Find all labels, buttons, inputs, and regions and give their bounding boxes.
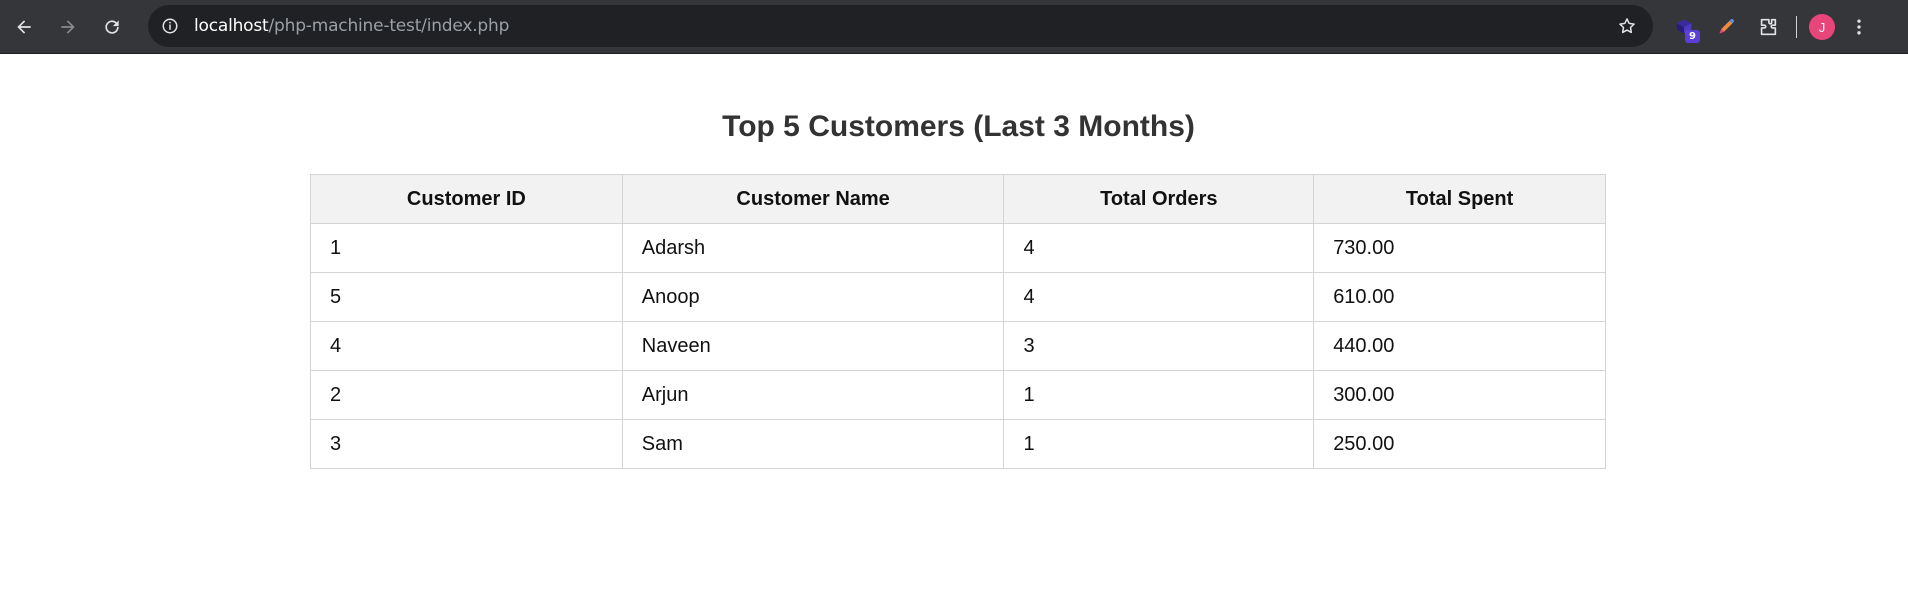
url-path: /php-machine-test/index.php [268, 16, 510, 36]
puzzle-icon [1760, 18, 1777, 36]
cell-total-spent: 610.00 [1313, 272, 1606, 322]
extensions-menu-button[interactable] [1750, 9, 1786, 45]
bookmark-star-icon [1619, 18, 1635, 34]
cell-customer-id: 5 [310, 272, 623, 322]
table-row: 4 Naveen 3 440.00 [310, 321, 1606, 371]
forward-icon [61, 19, 75, 34]
reload-icon [105, 19, 119, 34]
header-total-spent: Total Spent [1313, 174, 1606, 224]
pen-extension-button[interactable] [1708, 9, 1744, 45]
table-header-row: Customer ID Customer Name Total Orders T… [310, 174, 1606, 224]
cell-customer-name: Arjun [621, 370, 1005, 420]
cell-total-spent: 440.00 [1313, 321, 1606, 371]
site-info-button[interactable] [154, 10, 186, 42]
header-total-orders: Total Orders [1003, 174, 1315, 224]
cell-total-orders: 4 [1003, 223, 1315, 273]
extension-button[interactable]: 9 [1666, 9, 1702, 45]
header-customer-id: Customer ID [310, 174, 623, 224]
cell-customer-name: Sam [621, 419, 1005, 469]
extension-badge: 9 [1685, 30, 1700, 43]
cell-total-spent: 250.00 [1313, 419, 1606, 469]
cell-total-orders: 3 [1003, 321, 1315, 371]
cell-total-orders: 1 [1003, 419, 1315, 469]
table-row: 3 Sam 1 250.00 [310, 419, 1606, 469]
site-info-icon [162, 18, 178, 34]
cell-total-orders: 4 [1003, 272, 1315, 322]
back-button[interactable] [6, 9, 42, 45]
table-row: 5 Anoop 4 610.00 [310, 272, 1606, 322]
reload-button[interactable] [94, 9, 130, 45]
profile-avatar[interactable]: J [1809, 14, 1835, 40]
table-row: 2 Arjun 1 300.00 [310, 370, 1606, 420]
address-bar[interactable]: localhost/php-machine-test/index.php [148, 5, 1653, 47]
toolbar-separator [1796, 16, 1797, 38]
header-customer-name: Customer Name [621, 174, 1005, 224]
cell-customer-id: 1 [310, 223, 623, 273]
cell-customer-id: 2 [310, 370, 623, 420]
back-icon [17, 19, 31, 34]
kebab-menu-icon [1857, 19, 1861, 35]
bookmark-button[interactable] [1611, 10, 1643, 42]
cell-customer-name: Naveen [621, 321, 1005, 371]
cell-customer-name: Adarsh [621, 223, 1005, 273]
page-content: Top 5 Customers (Last 3 Months) Customer… [0, 55, 1908, 604]
url-text[interactable]: localhost/php-machine-test/index.php [194, 16, 509, 36]
cell-total-orders: 1 [1003, 370, 1315, 420]
cell-total-spent: 300.00 [1313, 370, 1606, 420]
cell-total-spent: 730.00 [1313, 223, 1606, 273]
cell-customer-id: 4 [310, 321, 623, 371]
pen-icon [1719, 19, 1734, 34]
browser-toolbar: localhost/php-machine-test/index.php 9 J [0, 0, 1908, 54]
extensions-area: 9 J [1666, 0, 1869, 54]
cell-customer-name: Anoop [621, 272, 1005, 322]
page-title: Top 5 Customers (Last 3 Months) [722, 110, 1195, 143]
table-row: 1 Adarsh 4 730.00 [310, 223, 1606, 273]
browser-menu-button[interactable] [1849, 9, 1869, 45]
url-host: localhost [194, 16, 269, 36]
customers-table: Customer ID Customer Name Total Orders T… [310, 174, 1606, 469]
forward-button[interactable] [50, 9, 86, 45]
cell-customer-id: 3 [310, 419, 623, 469]
